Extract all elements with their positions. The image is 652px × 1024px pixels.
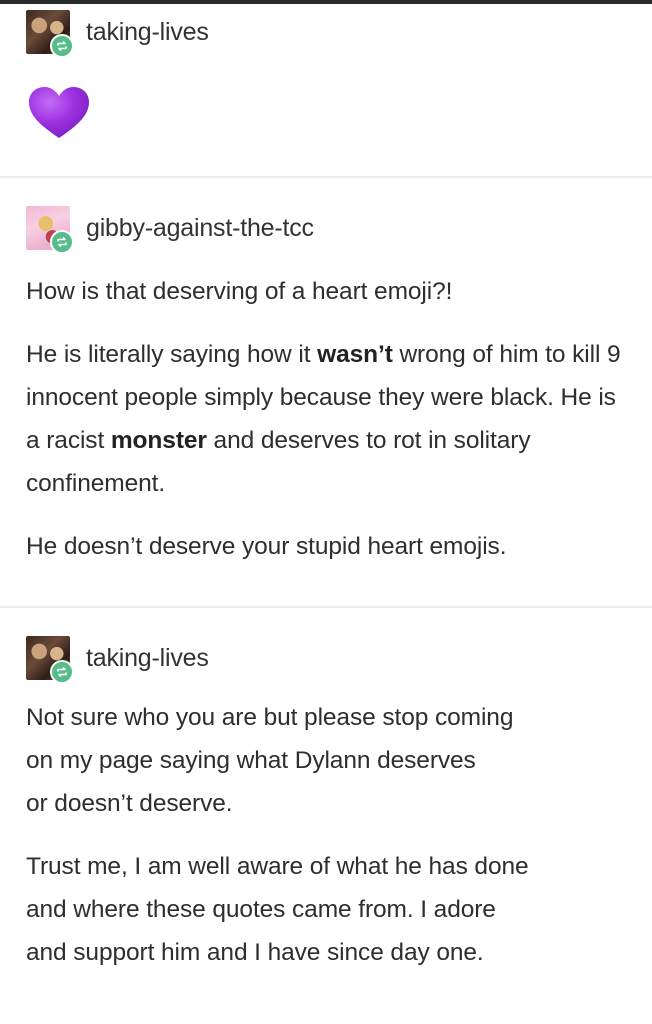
post-header: taking-lives xyxy=(26,10,632,58)
avatar[interactable] xyxy=(26,206,74,254)
purple-heart-icon xyxy=(28,86,632,140)
bold-text: wasn’t xyxy=(317,341,393,368)
post-body: How is that deserving of a heart emoji?!… xyxy=(26,270,632,568)
post-header: gibby-against-the-tcc xyxy=(26,206,632,254)
text-segment: He doesn’t deserve your stupid heart emo… xyxy=(26,533,507,560)
text-line: Trust me, I am well aware of what he has… xyxy=(26,853,529,880)
avatar[interactable] xyxy=(26,10,74,58)
avatar[interactable] xyxy=(26,636,74,684)
reblog-icon xyxy=(50,230,74,254)
paragraph: He doesn’t deserve your stupid heart emo… xyxy=(26,525,632,568)
text-line: and where these quotes came from. I ador… xyxy=(26,896,496,923)
bold-text: monster xyxy=(110,427,207,454)
paragraph: How is that deserving of a heart emoji?! xyxy=(26,270,632,313)
paragraph: He is literally saying how it wasn’t wro… xyxy=(26,333,632,505)
reblog-post-3: taking-lives Not sure who you are but pl… xyxy=(0,606,652,1020)
text-line: on my page saying what Dylann deserves xyxy=(26,747,476,774)
text-line: and support him and I have since day one… xyxy=(26,939,484,966)
reblog-post-2: gibby-against-the-tcc How is that deserv… xyxy=(0,176,652,606)
text-line: or doesn’t deserve. xyxy=(26,790,233,817)
text-segment: How is that deserving of a heart emoji?! xyxy=(26,278,453,305)
post-header: taking-lives xyxy=(26,636,632,684)
post-body: Not sure who you are but please stop com… xyxy=(26,696,632,974)
reblog-icon xyxy=(50,660,74,684)
post-username[interactable]: taking-lives xyxy=(86,646,209,671)
text-segment: He is literally saying how it xyxy=(26,341,318,368)
paragraph: Not sure who you are but please stop com… xyxy=(26,696,632,825)
paragraph: Trust me, I am well aware of what he has… xyxy=(26,845,632,974)
reblog-icon xyxy=(50,34,74,58)
post-username[interactable]: gibby-against-the-tcc xyxy=(86,216,314,241)
reblog-post-1: taking-lives xyxy=(0,4,652,176)
text-line: Not sure who you are but please stop com… xyxy=(26,704,514,731)
post-username[interactable]: taking-lives xyxy=(86,20,209,45)
